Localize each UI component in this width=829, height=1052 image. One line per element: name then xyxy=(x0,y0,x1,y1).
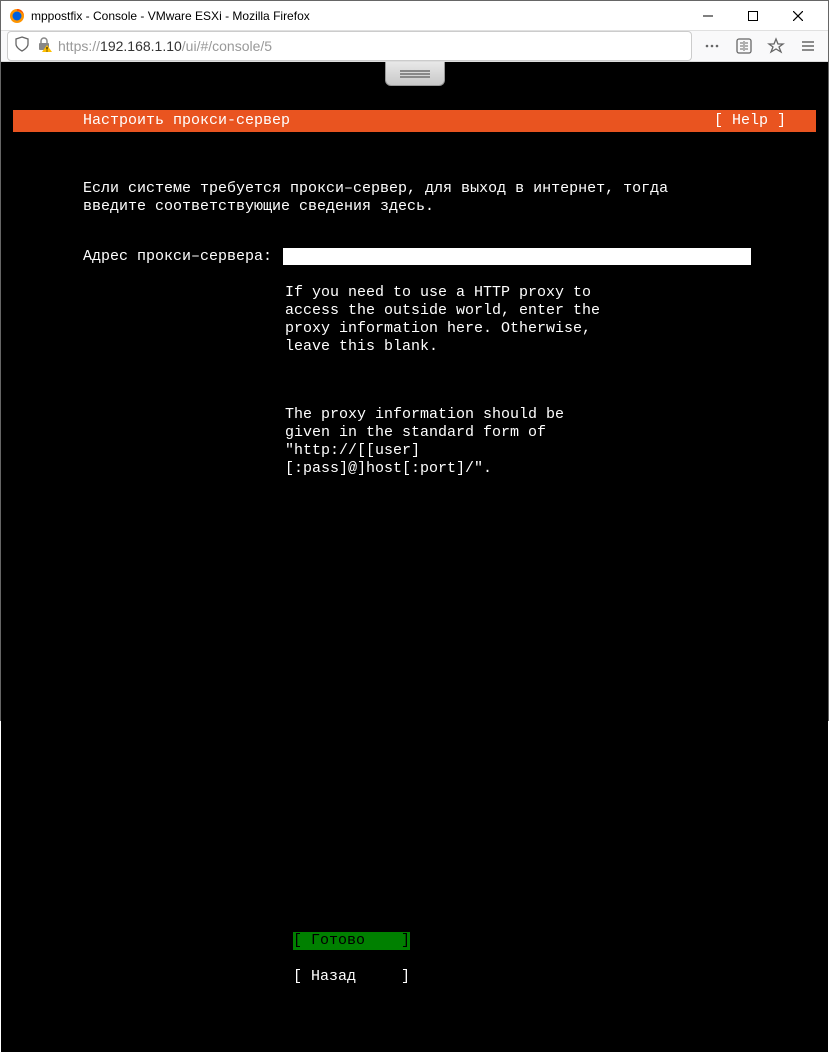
help-text-1: If you need to use a HTTP proxy to acces… xyxy=(83,284,613,356)
instruction-text: Если системе требуется прокси–сервер, дл… xyxy=(83,180,783,216)
done-button[interactable]: [ Готово ] xyxy=(293,932,410,950)
shield-icon[interactable] xyxy=(14,36,30,57)
terminal-header: Настроить прокси-сервер[ Help ] xyxy=(13,110,816,132)
browser-window: mppostfix - Console - VMware ESXi - Mozi… xyxy=(0,0,829,721)
url-field[interactable]: https://192.168.1.10/ui/#/console/5 xyxy=(7,31,692,61)
help-text-2: The proxy information should be given in… xyxy=(83,406,613,478)
header-title: Настроить прокси-сервер xyxy=(13,112,714,130)
url-text: https://192.168.1.10/ui/#/console/5 xyxy=(58,38,272,54)
window-controls xyxy=(685,1,820,30)
back-button[interactable]: [ Назад ] xyxy=(293,968,410,985)
console-pull-tab xyxy=(13,74,816,92)
reader-icon[interactable] xyxy=(730,32,758,60)
firefox-icon xyxy=(9,8,25,24)
window-title: mppostfix - Console - VMware ESXi - Mozi… xyxy=(31,9,685,23)
lock-warning-icon[interactable] xyxy=(36,36,52,57)
maximize-button[interactable] xyxy=(730,1,775,30)
terminal-buttons: [ Готово ] [ Назад ] xyxy=(13,914,816,1004)
address-bar: https://192.168.1.10/ui/#/console/5 xyxy=(1,31,828,62)
terminal: Настроить прокси-сервер[ Help ] Если сис… xyxy=(13,92,816,1040)
proxy-address-input[interactable] xyxy=(283,248,751,265)
titlebar: mppostfix - Console - VMware ESXi - Mozi… xyxy=(1,1,828,31)
hamburger-menu-icon[interactable] xyxy=(794,32,822,60)
more-icon[interactable] xyxy=(698,32,726,60)
close-button[interactable] xyxy=(775,1,820,30)
console-area: Настроить прокси-сервер[ Help ] Если сис… xyxy=(1,62,828,1052)
minimize-button[interactable] xyxy=(685,1,730,30)
drag-handle-icon[interactable] xyxy=(385,62,445,86)
proxy-address-label: Адрес прокси–сервера: xyxy=(83,248,283,266)
help-button[interactable]: [ Help ] xyxy=(714,112,816,130)
bookmark-star-icon[interactable] xyxy=(762,32,790,60)
